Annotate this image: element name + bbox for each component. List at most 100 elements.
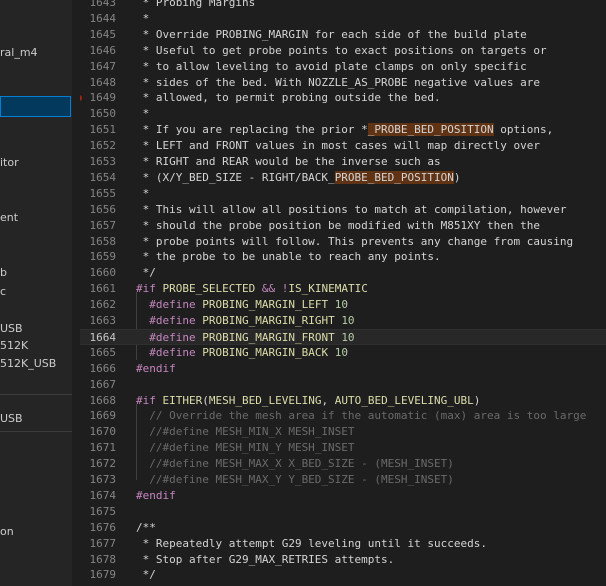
- file-item[interactable]: b: [0, 266, 7, 279]
- line-number: 1655: [89, 186, 117, 200]
- line-number: 1662: [89, 298, 117, 312]
- code-text: #define PROBING_MARGIN_FRONT 10: [149, 330, 355, 344]
- code-text: * Probing Margins: [136, 0, 256, 9]
- code-line[interactable]: 1678 * Stop after G29_MAX_RETRIES attemp…: [80, 552, 606, 568]
- code-text: * Useful to get probe points to exact po…: [136, 43, 547, 57]
- sidebar-scrollbar[interactable]: [72, 0, 80, 586]
- line-number: 1674: [89, 488, 117, 502]
- code-line[interactable]: 1653 * RIGHT and REAR would be the inver…: [80, 154, 606, 170]
- code-line[interactable]: 1652 * LEFT and FRONT values in most cas…: [80, 138, 606, 154]
- code-line[interactable]: 1671 //#define MESH_MIN_Y MESH_INSET: [80, 440, 606, 456]
- line-number: 1656: [89, 202, 117, 216]
- code-line[interactable]: 1643 * Probing Margins: [80, 0, 606, 11]
- code-line[interactable]: 1647 * to allow leveling to avoid plate …: [80, 59, 606, 75]
- code-text: * Repeatedly attempt G29 leveling until …: [136, 536, 487, 550]
- code-line[interactable]: 1672 //#define MESH_MAX_X X_BED_SIZE - (…: [80, 456, 606, 472]
- code-text: * probe points will follow. This prevent…: [136, 234, 574, 248]
- line-number: 1649: [89, 91, 117, 105]
- selected-file-highlight[interactable]: [0, 96, 71, 117]
- code-line[interactable]: 1666 #endif: [80, 361, 606, 377]
- code-line[interactable]: 1658 * probe points will follow. This pr…: [80, 234, 606, 250]
- code-line[interactable]: 1667: [80, 377, 606, 393]
- code-line[interactable]: 1674 #endif: [80, 488, 606, 504]
- code-text: * If you are replacing the prior *_PROBE…: [136, 123, 554, 137]
- code-line[interactable]: 1649 * allowed, to permit probing outsid…: [80, 90, 606, 106]
- code-line[interactable]: 1655 *: [80, 186, 606, 202]
- code-line[interactable]: 1660 */: [80, 265, 606, 281]
- code-line[interactable]: 1665 #define PROBING_MARGIN_BACK 10: [80, 345, 606, 361]
- code-line[interactable]: 1659 * the probe to be unable to reach a…: [80, 249, 606, 265]
- code-text: #if PROBE_SELECTED && !IS_KINEMATIC: [136, 282, 368, 296]
- file-item[interactable]: USB: [0, 322, 23, 335]
- file-item[interactable]: 512K_USB: [0, 357, 56, 370]
- code-text: * (X/Y_BED_SIZE - RIGHT/BACK_PROBE_BED_P…: [136, 170, 461, 184]
- line-number: 1673: [89, 473, 117, 486]
- line-number: 1647: [89, 59, 117, 73]
- line-number: 1672: [89, 457, 117, 471]
- file-item[interactable]: itor: [0, 156, 19, 169]
- code-text: * sides of the bed. With NOZZLE_AS_PROBE…: [136, 75, 540, 89]
- line-number: 1661: [89, 282, 117, 296]
- code-text: #if EITHER(MESH_BED_LEVELING, AUTO_BED_L…: [136, 393, 481, 407]
- code-text: #define PROBING_MARGIN_RIGHT 10: [149, 314, 355, 327]
- line-number: 1658: [89, 234, 117, 248]
- code-line[interactable]: 1663 #define PROBING_MARGIN_RIGHT 10: [80, 313, 606, 329]
- file-item[interactable]: ral_m4: [0, 46, 38, 59]
- file-item[interactable]: ent: [0, 211, 18, 224]
- line-number: 1660: [89, 266, 117, 280]
- sidebar-divider: [0, 394, 72, 395]
- code-text: /**: [136, 520, 156, 534]
- code-line[interactable]: 1673 //#define MESH_MAX_Y Y_BED_SIZE - (…: [80, 472, 606, 488]
- line-number: 1679: [89, 568, 117, 582]
- code-text: //#define MESH_MIN_Y MESH_INSET: [136, 441, 355, 455]
- code-line[interactable]: 1668 #if EITHER(MESH_BED_LEVELING, AUTO_B…: [80, 393, 606, 409]
- code-text: //#define MESH_MAX_X X_BED_SIZE - (MESH_…: [136, 457, 454, 471]
- code-line[interactable]: 1661 #if PROBE_SELECTED && !IS_KINEMATIC: [80, 281, 606, 297]
- code-editor[interactable]: 1643 * Probing Margins 1644 * 1645 * Overr…: [80, 0, 606, 586]
- code-text: * This will allow all positions to match…: [136, 202, 567, 216]
- code-line[interactable]: 1676 /**: [80, 520, 606, 536]
- code-line[interactable]: 1646 * Useful to get probe points to exa…: [80, 43, 606, 59]
- code-text: * the probe to be unable to reach any po…: [136, 250, 441, 264]
- code-line[interactable]: 1675: [80, 504, 606, 520]
- file-item[interactable]: USB: [0, 412, 23, 425]
- code-line[interactable]: 1656 * This will allow all positions to …: [80, 202, 606, 218]
- code-text: #endif: [136, 361, 176, 375]
- sidebar-divider: [0, 431, 72, 432]
- explorer-sidebar: ral_m4 itor ent b c USB 512K 512K_USB US…: [0, 0, 72, 586]
- code-line[interactable]: 1662 #define PROBING_MARGIN_LEFT 10: [80, 297, 606, 313]
- file-item[interactable]: c: [0, 285, 6, 298]
- code-line[interactable]: 1677 * Repeatedly attempt G29 leveling u…: [80, 536, 606, 552]
- code-line[interactable]: 1650 *: [80, 106, 606, 122]
- code-line[interactable]: 1664 #define PROBING_MARGIN_FRONT 10: [80, 328, 606, 345]
- code-line[interactable]: 1679 */: [80, 567, 606, 583]
- code-line[interactable]: 1648 * sides of the bed. With NOZZLE_AS_…: [80, 75, 606, 91]
- line-number: 1671: [89, 441, 117, 455]
- file-item[interactable]: on: [0, 525, 14, 538]
- code-text: #endif: [136, 488, 176, 502]
- line-number: 1677: [89, 536, 117, 550]
- code-text: * should the probe position be modified …: [136, 218, 540, 232]
- line-number: 1645: [89, 27, 117, 41]
- line-number: 1678: [89, 552, 117, 566]
- code-line[interactable]: 1654 * (X/Y_BED_SIZE - RIGHT/BACK_PROBE_…: [80, 170, 606, 186]
- file-item[interactable]: 512K: [0, 339, 28, 352]
- code-line[interactable]: 1651 * If you are replacing the prior *_…: [80, 122, 606, 138]
- line-number: 1646: [89, 43, 117, 57]
- line-number: 1654: [89, 170, 117, 184]
- line-number: 1659: [89, 250, 117, 264]
- line-number: 1676: [89, 520, 117, 534]
- code-line[interactable]: 1657 * should the probe position be modi…: [80, 218, 606, 234]
- code-line[interactable]: 1669 // Override the mesh area if the au…: [80, 408, 606, 424]
- line-number: 1667: [89, 377, 117, 391]
- code-text: * allowed, to permit probing outside the…: [136, 91, 441, 105]
- code-line[interactable]: 1645 * Override PROBING_MARGIN for each …: [80, 27, 606, 43]
- code-text: */: [136, 568, 156, 582]
- code-line[interactable]: 1644 *: [80, 11, 606, 27]
- line-number: 1663: [89, 314, 117, 327]
- line-number: 1651: [89, 123, 117, 137]
- code-line[interactable]: 1670 //#define MESH_MIN_X MESH_INSET: [80, 424, 606, 440]
- code-text: #define PROBING_MARGIN_LEFT 10: [149, 298, 348, 312]
- code-text: #define PROBING_MARGIN_BACK 10: [149, 345, 348, 359]
- code-text: //#define MESH_MAX_Y Y_BED_SIZE - (MESH_…: [136, 473, 454, 486]
